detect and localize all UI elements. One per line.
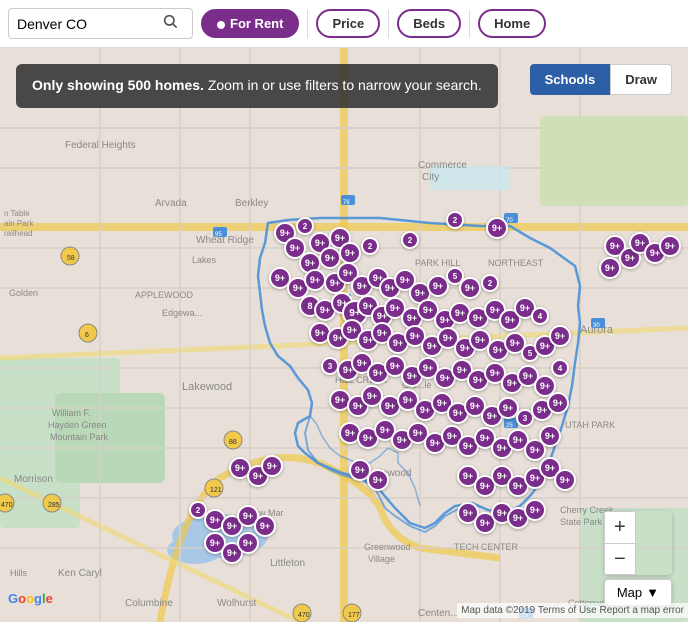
- svg-text:n Table: n Table: [4, 209, 30, 218]
- svg-text:Centen...: Centen...: [418, 608, 459, 619]
- svg-text:Wolhurst: Wolhurst: [217, 598, 256, 609]
- map-type-button[interactable]: Map ▼: [604, 579, 672, 606]
- map-pin[interactable]: 9+: [304, 269, 326, 291]
- svg-text:Hills: Hills: [10, 568, 27, 578]
- svg-text:Columbine: Columbine: [125, 598, 173, 609]
- search-icon[interactable]: [162, 13, 178, 34]
- svg-text:railhead: railhead: [4, 229, 32, 238]
- svg-text:Federal Heights: Federal Heights: [65, 140, 136, 151]
- svg-text:Hayden Green: Hayden Green: [48, 420, 107, 430]
- zoom-out-button[interactable]: −: [604, 543, 636, 575]
- chevron-down-icon: ▼: [646, 585, 659, 600]
- google-logo: Google: [8, 591, 53, 606]
- map-pin[interactable]: 9+: [547, 392, 569, 414]
- svg-text:95: 95: [215, 232, 222, 238]
- map-pin[interactable]: 2: [296, 217, 314, 235]
- map-pin[interactable]: 9+: [599, 257, 621, 279]
- svg-text:William F.: William F.: [52, 408, 91, 418]
- separator: [469, 10, 470, 38]
- map-pin[interactable]: 9+: [524, 499, 546, 521]
- map-pin[interactable]: 4: [551, 359, 569, 377]
- svg-text:6: 6: [85, 332, 89, 339]
- map-pin[interactable]: 9+: [549, 325, 571, 347]
- svg-text:25: 25: [506, 423, 513, 429]
- svg-text:State Park: State Park: [560, 517, 603, 527]
- header: For Rent Price Beds Home: [0, 0, 688, 48]
- map-pin[interactable]: 9+: [539, 425, 561, 447]
- map-pin[interactable]: 2: [481, 274, 499, 292]
- map-pin[interactable]: 9+: [319, 247, 341, 269]
- map-pin[interactable]: 9+: [339, 242, 361, 264]
- notification-banner: Only showing 500 homes. Zoom in or use f…: [16, 64, 498, 108]
- svg-text:285: 285: [48, 502, 60, 509]
- svg-text:Village: Village: [368, 554, 395, 564]
- svg-text:UTAH PARK: UTAH PARK: [565, 420, 615, 430]
- svg-text:Morrison: Morrison: [14, 474, 53, 485]
- svg-text:Edgewa...: Edgewa...: [162, 308, 202, 318]
- map-pin[interactable]: 9+: [237, 532, 259, 554]
- svg-text:76: 76: [343, 200, 350, 206]
- svg-text:58: 58: [67, 255, 75, 262]
- beds-filter[interactable]: Beds: [397, 9, 461, 38]
- map-pin[interactable]: 2: [401, 231, 419, 249]
- map-controls: Schools Draw: [530, 64, 672, 95]
- svg-text:470: 470: [1, 502, 13, 509]
- svg-text:30: 30: [593, 323, 600, 329]
- draw-button[interactable]: Draw: [610, 64, 672, 95]
- svg-text:Berkley: Berkley: [235, 198, 268, 209]
- map-container[interactable]: Federal Heights Arvada Commerce City Ber…: [0, 48, 688, 622]
- map-type-label: Map: [617, 585, 642, 600]
- svg-text:Mountain Park: Mountain Park: [50, 432, 109, 442]
- separator: [388, 10, 389, 38]
- map-pin[interactable]: 9+: [554, 469, 576, 491]
- home-filter[interactable]: Home: [478, 9, 546, 38]
- search-box: [8, 8, 193, 39]
- zoom-controls: + −: [604, 511, 672, 575]
- map-pin[interactable]: 9+: [261, 455, 283, 477]
- svg-text:City: City: [422, 172, 439, 183]
- svg-text:88: 88: [229, 439, 237, 446]
- map-pin[interactable]: 9+: [254, 515, 276, 537]
- zoom-in-button[interactable]: +: [604, 511, 636, 543]
- svg-text:ain Park: ain Park: [4, 219, 34, 228]
- svg-text:Commerce: Commerce: [418, 160, 467, 171]
- svg-text:Lakes: Lakes: [192, 255, 217, 265]
- svg-text:470: 470: [298, 612, 310, 619]
- svg-text:TECH CENTER: TECH CENTER: [454, 542, 519, 552]
- separator: [307, 10, 308, 38]
- map-pin[interactable]: 9+: [659, 235, 681, 257]
- for-rent-filter[interactable]: For Rent: [201, 9, 299, 38]
- schools-button[interactable]: Schools: [530, 64, 611, 95]
- notification-bold: Only showing 500 homes.: [32, 77, 204, 93]
- map-pin[interactable]: 4: [531, 307, 549, 325]
- svg-text:Littleton: Littleton: [270, 558, 305, 569]
- map-pin[interactable]: 9+: [459, 277, 481, 299]
- svg-text:177: 177: [348, 612, 360, 619]
- svg-text:Lakewood: Lakewood: [182, 381, 232, 393]
- map-attribution: Map data ©2019 Terms of Use Report a map…: [457, 603, 688, 618]
- svg-text:Ken Caryl: Ken Caryl: [58, 568, 102, 579]
- map-pin[interactable]: 9+: [367, 469, 389, 491]
- map-bottom-controls: + − Map ▼: [604, 511, 672, 606]
- svg-text:APPLEWOOD: APPLEWOOD: [135, 290, 194, 300]
- search-input[interactable]: [17, 16, 162, 32]
- map-pin[interactable]: 9+: [486, 217, 508, 239]
- price-filter[interactable]: Price: [316, 9, 380, 38]
- svg-text:Greenwood: Greenwood: [364, 542, 411, 552]
- svg-text:Golden: Golden: [9, 288, 38, 298]
- map-pin[interactable]: 2: [446, 211, 464, 229]
- notification-text: Zoom in or use filters to narrow your se…: [204, 77, 482, 93]
- svg-text:Arvada: Arvada: [155, 198, 187, 209]
- svg-text:NORTHEAST: NORTHEAST: [488, 258, 544, 268]
- svg-text:121: 121: [210, 487, 222, 494]
- map-pin[interactable]: 2: [361, 237, 379, 255]
